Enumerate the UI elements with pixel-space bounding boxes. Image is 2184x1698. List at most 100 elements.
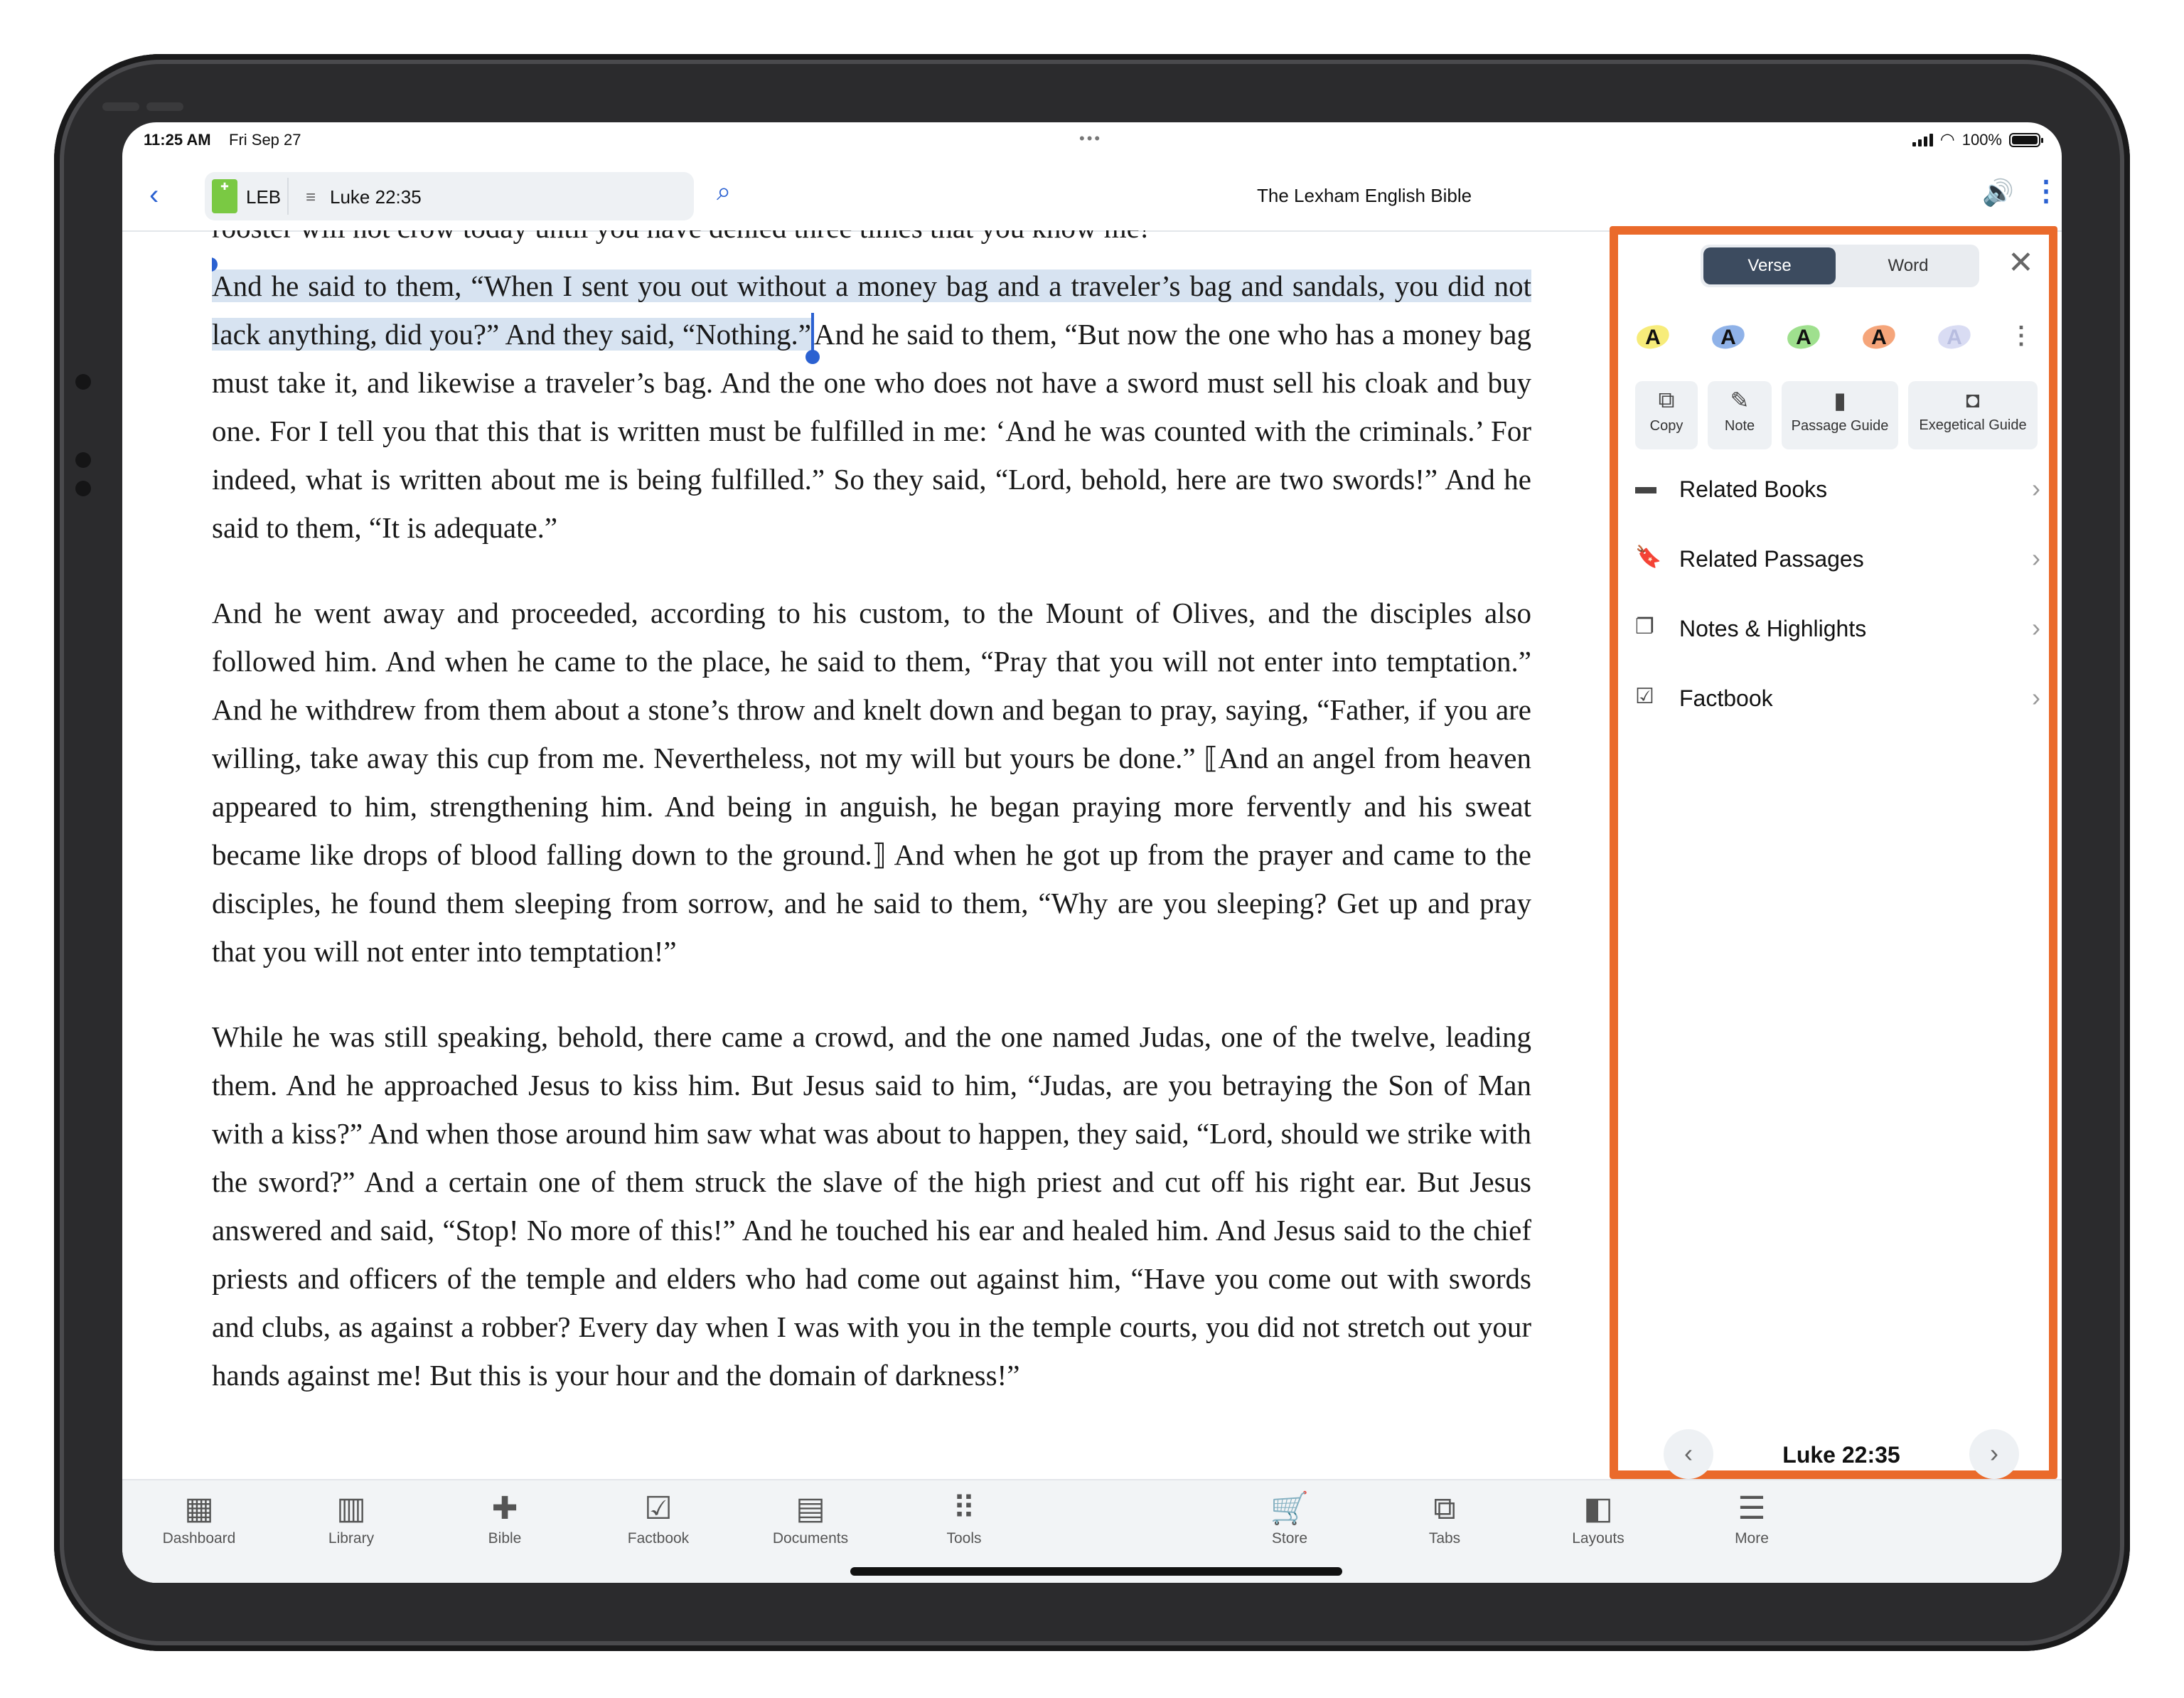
- selection-end-handle[interactable]: [805, 313, 820, 364]
- panel-reference: Luke 22:35: [1782, 1442, 1900, 1468]
- status-date: Fri Sep 27: [229, 131, 301, 149]
- leb-book-icon: ✚: [212, 179, 237, 213]
- highlight-style-2[interactable]: A: [1711, 320, 1746, 356]
- device-button: [146, 102, 183, 111]
- close-icon[interactable]: ✕: [2008, 245, 2034, 281]
- device-sensor: [75, 481, 91, 496]
- lines-icon: ≡: [306, 188, 316, 207]
- tabs-icon: ⧉: [1433, 1491, 1456, 1526]
- menu-row-label: Related Books: [1679, 476, 1828, 502]
- tab-label: Dashboard: [162, 1530, 236, 1547]
- paragraph[interactable]: And he said to them, “When I sent you ou…: [212, 262, 1531, 552]
- tab-factbook[interactable]: ☑ Factbook: [609, 1488, 708, 1547]
- tab-label: Tools: [946, 1530, 982, 1547]
- dashboard-icon: ▦: [184, 1491, 214, 1526]
- action-buttons: ⧉ Copy ✎ Note ▮ Passage Guide ◘ Exegetical Guid…: [1635, 381, 2038, 449]
- highlight-style-3[interactable]: A: [1786, 320, 1821, 356]
- tab-tabs[interactable]: ⧉ Tabs: [1395, 1488, 1494, 1547]
- top-toolbar: ‹ ✚ LEB ≡ Luke 22:35 ⌕ The Lexham Englis…: [122, 162, 2062, 232]
- back-chevron-icon[interactable]: ‹: [149, 179, 159, 211]
- tab-label: Bible: [488, 1530, 522, 1547]
- device-sensor: [75, 452, 91, 468]
- highlight-style-4[interactable]: A: [1861, 320, 1897, 356]
- menu-row-label: Notes & Highlights: [1679, 616, 1867, 641]
- version-label[interactable]: LEB: [246, 186, 281, 208]
- highlight-more-icon[interactable]: ⋮: [2009, 321, 2033, 350]
- segment-verse[interactable]: Verse: [1703, 247, 1836, 284]
- chevron-right-icon: ›: [2032, 613, 2040, 642]
- chevron-right-icon: ›: [2032, 474, 2040, 503]
- menu-icon: ☰: [1738, 1491, 1766, 1526]
- tab-library[interactable]: ▥ Library: [301, 1488, 401, 1547]
- battery-percent: 100%: [1961, 130, 2002, 149]
- cellular-signal-icon: [1912, 133, 1933, 146]
- action-label: Copy: [1649, 418, 1684, 434]
- tab-more[interactable]: ☰ More: [1702, 1488, 1802, 1547]
- reference-label[interactable]: Luke 22:35: [330, 186, 422, 208]
- panel-verse-nav: ‹ Luke 22:35 ›: [1664, 1429, 2019, 1479]
- bookmark-icon: 🔖: [1635, 545, 1662, 569]
- verse-text[interactable]: And he said to them, “But now the one wh…: [212, 318, 1531, 544]
- chevron-right-icon: ›: [2032, 683, 2040, 712]
- menu-row-notes-highlights[interactable]: ❐ Notes & Highlights ›: [1635, 609, 2040, 651]
- menu-row-label: Related Passages: [1679, 546, 1864, 572]
- library-icon: ▥: [336, 1491, 366, 1526]
- highlight-style-1[interactable]: A: [1635, 320, 1671, 356]
- tab-label: Tabs: [1428, 1530, 1461, 1547]
- menu-row-related-passages[interactable]: 🔖 Related Passages ›: [1635, 539, 2040, 582]
- layouts-icon: ◧: [1583, 1491, 1613, 1526]
- notes-icon: ❐: [1635, 615, 1654, 639]
- action-label: Exegetical Guide: [1919, 417, 2027, 433]
- exegetical-guide-icon: ◘: [1966, 387, 1980, 412]
- passage-guide-icon: ▮: [1834, 388, 1846, 413]
- status-bar: 11:25 AM Fri Sep 27 ••• ◠ 100%: [122, 122, 2062, 162]
- menu-row-related-books[interactable]: ▬ Related Books ›: [1635, 469, 2040, 512]
- bible-text-reader[interactable]: rooster will not crow today until you ha…: [212, 230, 1531, 1581]
- verse-word-toggle[interactable]: Verse Word: [1701, 245, 1979, 287]
- tab-store[interactable]: 🛒 Store: [1240, 1488, 1339, 1547]
- factbook-icon: ☑: [1635, 685, 1654, 708]
- tab-label: Factbook: [627, 1530, 690, 1547]
- tab-tools[interactable]: ⠿ Tools: [914, 1488, 1014, 1547]
- menu-row-label: Factbook: [1679, 685, 1773, 711]
- highlight-style-5[interactable]: A: [1937, 320, 1972, 356]
- speaker-icon[interactable]: 🔊: [1982, 178, 2014, 208]
- home-indicator[interactable]: [850, 1567, 1342, 1576]
- document-title: The Lexham English Bible: [1257, 185, 1472, 206]
- next-verse-icon[interactable]: ›: [1969, 1429, 2019, 1479]
- passage-guide-button[interactable]: ▮ Passage Guide: [1782, 381, 1898, 449]
- book-icon: ▬: [1635, 475, 1656, 498]
- verse-actions-panel: Verse Word ✕ A A A A A ⋮ ⧉ Copy ✎ Note ▮ Passage …: [1610, 226, 2057, 1479]
- action-label: Note: [1724, 418, 1755, 434]
- menu-row-factbook[interactable]: ☑ Factbook ›: [1635, 678, 2040, 721]
- tab-layouts[interactable]: ◧ Layouts: [1548, 1488, 1648, 1547]
- cart-icon: 🛒: [1270, 1491, 1310, 1526]
- resource-reference-bar[interactable]: ✚ LEB ≡ Luke 22:35: [205, 172, 694, 220]
- pencil-icon: ✎: [1730, 388, 1750, 413]
- factbook-icon: ☑: [644, 1491, 673, 1526]
- tab-documents[interactable]: ▤ Documents: [761, 1488, 860, 1547]
- search-icon[interactable]: ⌕: [717, 176, 731, 207]
- tab-label: Store: [1271, 1530, 1308, 1547]
- paragraph[interactable]: And he went away and proceeded, accordin…: [212, 589, 1531, 976]
- battery-icon: [2009, 132, 2043, 147]
- segment-word[interactable]: Word: [1840, 247, 1976, 284]
- device-button: [102, 102, 139, 111]
- tab-label: Documents: [772, 1530, 849, 1547]
- note-button[interactable]: ✎ Note: [1708, 381, 1772, 449]
- documents-icon: ▤: [796, 1491, 825, 1526]
- tab-label: Layouts: [1572, 1530, 1624, 1547]
- divider: [287, 178, 289, 215]
- status-time: 11:25 AM: [144, 131, 211, 149]
- app-screen: 11:25 AM Fri Sep 27 ••• ◠ 100% ‹ ✚ LEB ≡…: [122, 122, 2062, 1583]
- copy-button[interactable]: ⧉ Copy: [1635, 381, 1698, 449]
- more-options-icon[interactable]: ⋮: [2032, 175, 2060, 208]
- action-label: Passage Guide: [1791, 418, 1889, 434]
- tab-dashboard[interactable]: ▦ Dashboard: [149, 1488, 249, 1547]
- copy-icon: ⧉: [1658, 387, 1675, 412]
- tab-label: More: [1735, 1530, 1769, 1547]
- tab-bible[interactable]: ✚ Bible: [455, 1488, 555, 1547]
- paragraph[interactable]: While he was still speaking, behold, the…: [212, 1013, 1531, 1399]
- exegetical-guide-button[interactable]: ◘ Exegetical Guide: [1908, 381, 2038, 449]
- multitasking-dots[interactable]: •••: [1079, 129, 1102, 148]
